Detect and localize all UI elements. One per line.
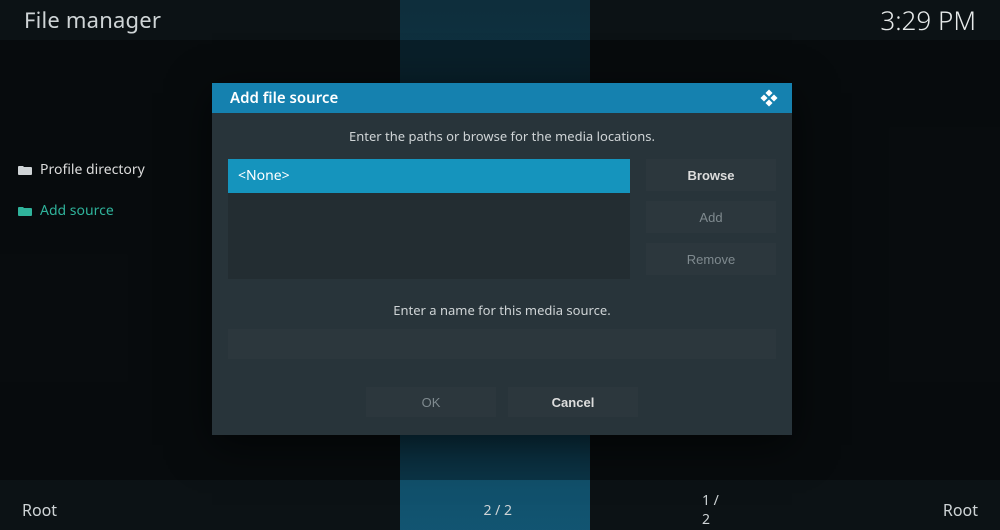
folder-icon [18,164,32,175]
kodi-logo-icon [758,88,780,108]
source-name-input[interactable] [228,329,776,359]
dialog-title: Add file source [230,88,338,108]
sidebar-item-label: Add source [40,201,114,220]
footer-bar: Root 2 / 2 1 / 2 Root [0,490,1000,530]
remove-path-button[interactable]: Remove [646,243,776,275]
left-file-list: Profile directory Add source [0,160,190,220]
app-header: File manager 3:29 PM [0,0,1000,40]
paths-list[interactable]: <None> [228,159,630,279]
add-path-button[interactable]: Add [646,201,776,233]
cancel-button[interactable]: Cancel [508,387,638,417]
sidebar-item-label: Profile directory [40,160,145,179]
dialog-header: Add file source [212,83,792,113]
name-prompt-text: Enter a name for this media source. [228,301,776,319]
browse-button[interactable]: Browse [646,159,776,191]
folder-icon [18,205,32,216]
ok-button[interactable]: OK [366,387,496,417]
sidebar-item-profile-directory[interactable]: Profile directory [18,160,190,179]
left-pane-path: Root [22,499,412,521]
path-item-selected[interactable]: <None> [228,159,630,193]
right-pane-path: Root [722,499,978,521]
left-pane-page-indicator: 2 / 2 [412,501,512,520]
page-title: File manager [24,5,161,35]
clock: 3:29 PM [880,2,976,38]
sidebar-item-add-source[interactable]: Add source [18,201,190,220]
add-file-source-dialog: Add file source Enter the paths or brows… [212,83,792,435]
right-pane-page-indicator: 1 / 2 [572,491,722,529]
paths-prompt-text: Enter the paths or browse for the media … [228,127,776,145]
